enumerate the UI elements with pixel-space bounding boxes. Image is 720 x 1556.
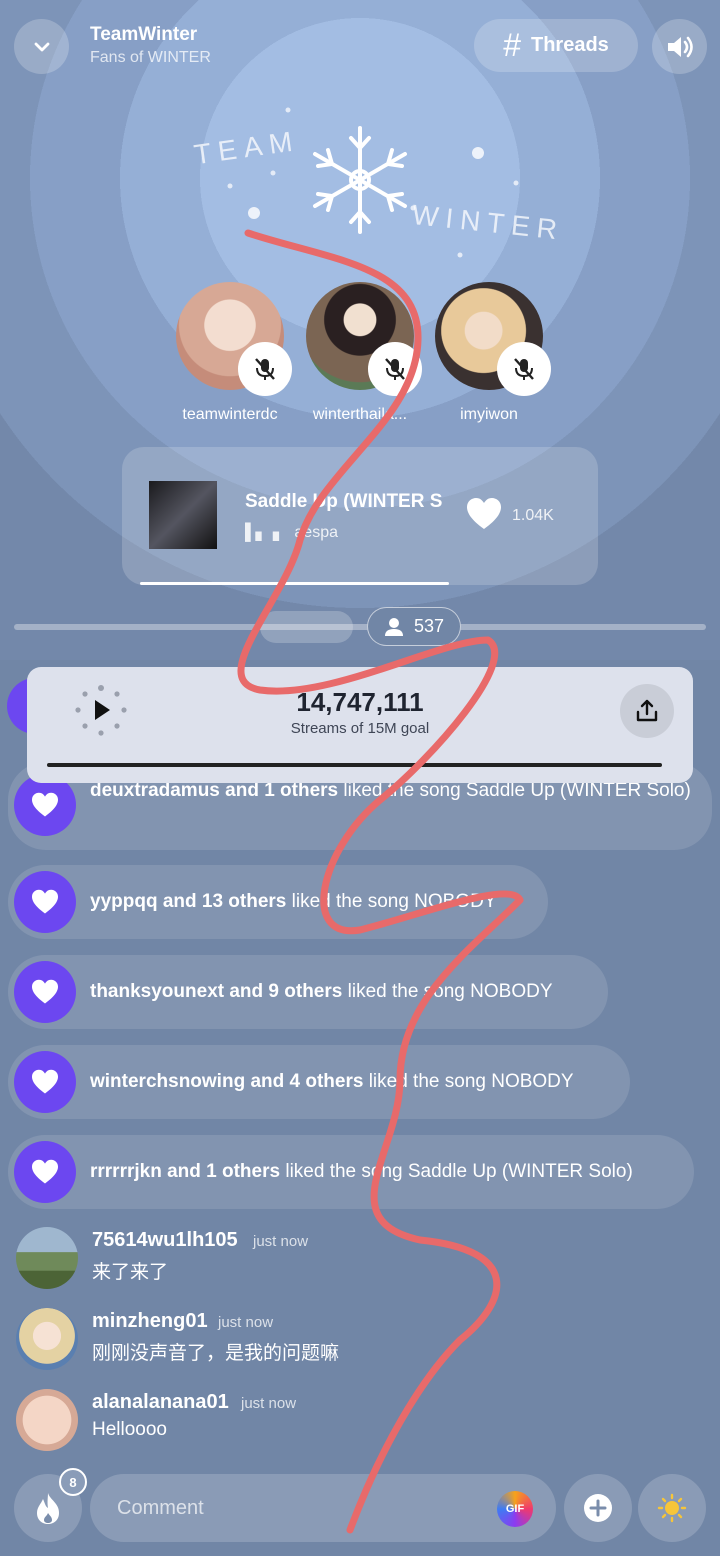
hash-icon: # bbox=[503, 27, 521, 63]
avatar bbox=[176, 282, 292, 396]
comment-username[interactable]: 75614wu1lh105 bbox=[92, 1229, 238, 1252]
room-tag-pill[interactable] bbox=[260, 611, 353, 643]
feed-item[interactable]: thanksyounext and 9 others liked the son… bbox=[8, 955, 608, 1029]
heart-icon bbox=[14, 1051, 76, 1113]
comment-text: 刚刚没声音了，是我的问题嘛 bbox=[92, 1343, 340, 1364]
song-artist-row: ▌▖▗ aespa bbox=[245, 522, 338, 542]
listener-count: 537 bbox=[413, 616, 445, 636]
speaker-name: winterthaila... bbox=[312, 406, 408, 423]
comment-text: 来了来了 bbox=[92, 1262, 169, 1283]
heart-icon[interactable] bbox=[466, 497, 502, 531]
avatar[interactable] bbox=[16, 1308, 78, 1370]
section-divider bbox=[14, 624, 706, 630]
sun-icon bbox=[657, 1493, 687, 1523]
comment-time: just now bbox=[218, 1314, 274, 1331]
team-winter-logo: TEAM WINTER bbox=[192, 107, 560, 258]
plus-icon bbox=[584, 1494, 612, 1522]
gif-button[interactable]: GIF bbox=[497, 1491, 533, 1527]
person-icon bbox=[384, 617, 403, 636]
snowflake-icon bbox=[313, 126, 407, 234]
feed-text: winterchsnowing and 4 others liked the s… bbox=[90, 1071, 574, 1092]
feed-item[interactable]: rrrrrrjkn and 1 others liked the song Sa… bbox=[8, 1135, 694, 1209]
stream-goal-progress bbox=[47, 763, 663, 767]
comment-username[interactable]: minzheng01 bbox=[92, 1310, 208, 1333]
song-like-count: 1.04K bbox=[512, 507, 554, 524]
share-icon bbox=[636, 699, 658, 722]
fire-count-badge: 8 bbox=[59, 1468, 87, 1496]
logo-word-winter: WINTER bbox=[411, 199, 560, 246]
avatar[interactable] bbox=[16, 1227, 78, 1289]
feed-text: yyppqq and 13 others liked the song NOBO… bbox=[90, 891, 497, 912]
feed-item[interactable]: yyppqq and 13 others liked the song NOBO… bbox=[8, 865, 548, 939]
speakers-row: teamwinterdc winterthaila... imyiwon bbox=[0, 282, 720, 432]
speaker-name: teamwinterdc bbox=[182, 406, 278, 423]
song-title: Saddle Up (WINTER S bbox=[245, 491, 443, 512]
sun-button[interactable] bbox=[638, 1474, 706, 1542]
speaker-icon bbox=[667, 36, 693, 57]
feed-text: thanksyounext and 9 others liked the son… bbox=[90, 981, 553, 1002]
comment-input[interactable] bbox=[90, 1474, 556, 1542]
logo-word-team: TEAM bbox=[192, 125, 301, 170]
sound-button[interactable] bbox=[652, 19, 707, 74]
comment-time: just now bbox=[253, 1233, 309, 1250]
equalizer-icon: ▌▖▗ bbox=[245, 524, 279, 541]
comment-time: just now bbox=[241, 1395, 297, 1412]
collapse-button[interactable] bbox=[14, 19, 69, 74]
add-button[interactable] bbox=[564, 1474, 632, 1542]
speaker-imyiwon[interactable]: imyiwon bbox=[419, 282, 559, 424]
now-playing-card[interactable]: Saddle Up (WINTER S ▌▖▗ aespa 1.04K bbox=[122, 447, 598, 585]
comment-item[interactable]: alanalanana01 just now Helloooo bbox=[16, 1389, 696, 1459]
muted-mic-icon bbox=[238, 342, 292, 396]
threads-label: Threads bbox=[530, 34, 609, 56]
room-subtitle: Fans of WINTER bbox=[90, 49, 211, 66]
listener-count-pill[interactable]: 537 bbox=[367, 607, 461, 646]
speaker-name: imyiwon bbox=[460, 406, 518, 423]
speaker-teamwinterdc[interactable]: teamwinterdc bbox=[160, 282, 300, 424]
stream-count: 14,747,111 bbox=[296, 687, 424, 717]
room-title: TeamWinter bbox=[90, 24, 198, 45]
muted-mic-icon bbox=[368, 342, 422, 396]
album-art bbox=[149, 481, 217, 549]
speaker-winterthailand[interactable]: winterthaila... bbox=[290, 282, 430, 424]
heart-icon bbox=[14, 961, 76, 1023]
feed-text: rrrrrrjkn and 1 others liked the song Sa… bbox=[90, 1161, 633, 1182]
song-progress-bar[interactable] bbox=[140, 582, 450, 585]
heart-icon bbox=[14, 1141, 76, 1203]
comment-text: Helloooo bbox=[92, 1419, 167, 1440]
comment-item[interactable]: 75614wu1lh105 just now 来了来了 bbox=[16, 1227, 696, 1297]
heart-icon bbox=[14, 871, 76, 933]
heart-icon bbox=[14, 774, 76, 836]
avatar bbox=[435, 282, 551, 396]
muted-mic-icon bbox=[497, 342, 551, 396]
composer-bar: 8 GIF bbox=[0, 1468, 720, 1556]
threads-button[interactable]: # Threads bbox=[474, 19, 638, 72]
avatar bbox=[306, 282, 422, 396]
stream-goal-label: Streams of 15M goal bbox=[290, 720, 430, 737]
stream-goal-card: 14,747,111 Streams of 15M goal bbox=[27, 667, 693, 783]
song-artist: aespa bbox=[294, 524, 338, 541]
chevron-down-icon bbox=[34, 42, 49, 51]
room-header: TeamWinter Fans of WINTER # Threads bbox=[0, 0, 720, 100]
feed-item[interactable]: winterchsnowing and 4 others liked the s… bbox=[8, 1045, 630, 1119]
flame-icon bbox=[37, 1493, 59, 1524]
share-button[interactable] bbox=[620, 684, 674, 738]
avatar[interactable] bbox=[16, 1389, 78, 1451]
comment-username[interactable]: alanalanana01 bbox=[92, 1391, 229, 1414]
comment-item[interactable]: minzheng01 just now 刚刚没声音了，是我的问题嘛 bbox=[16, 1308, 696, 1378]
